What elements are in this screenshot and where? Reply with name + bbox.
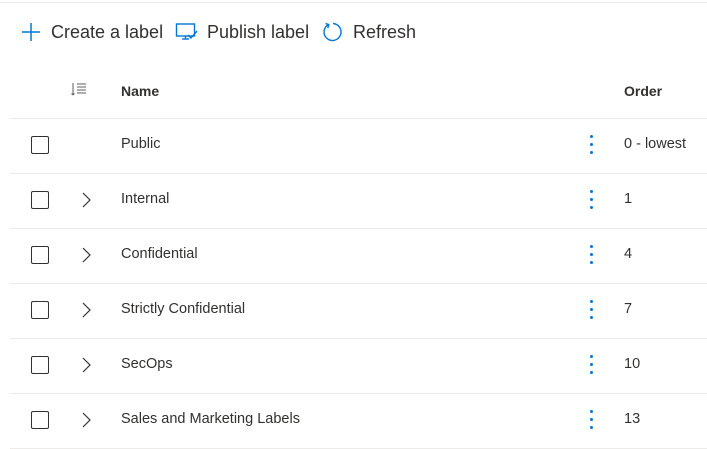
command-bar: Create a label Publish label Refresh — [0, 14, 707, 50]
chevron-right-icon[interactable] — [80, 191, 92, 214]
row-checkbox[interactable] — [31, 301, 49, 319]
label-order: 0 - lowest — [624, 136, 687, 152]
chevron-right-icon[interactable] — [80, 356, 92, 379]
table-row[interactable]: Internal 1 — [10, 173, 707, 229]
publish-label-button[interactable]: Publish label — [175, 14, 309, 50]
label-name: SecOps — [121, 356, 173, 372]
refresh-text: Refresh — [353, 21, 417, 42]
label-order: 10 — [624, 356, 641, 372]
row-checkbox[interactable] — [31, 191, 49, 209]
add-icon — [22, 23, 40, 41]
chevron-right-icon[interactable] — [80, 246, 92, 269]
label-order: 1 — [624, 191, 633, 207]
table-row[interactable]: Public 0 - lowest — [10, 118, 707, 174]
more-vertical-icon[interactable] — [587, 188, 597, 212]
top-divider — [0, 2, 707, 3]
more-vertical-icon[interactable] — [587, 133, 597, 157]
more-vertical-icon[interactable] — [587, 408, 597, 432]
create-label-text: Create a label — [51, 21, 164, 42]
more-vertical-icon[interactable] — [587, 298, 597, 322]
table-row[interactable]: Confidential 4 — [10, 228, 707, 284]
refresh-icon — [323, 22, 342, 42]
chevron-right-icon[interactable] — [80, 301, 92, 324]
refresh-button[interactable]: Refresh — [322, 14, 416, 50]
table-header: Name Order — [10, 63, 707, 119]
label-name: Internal — [121, 191, 170, 207]
chevron-right-icon[interactable] — [80, 411, 92, 434]
create-label-button[interactable]: Create a label — [20, 14, 163, 50]
publish-label-text: Publish label — [207, 21, 310, 42]
more-vertical-icon[interactable] — [587, 353, 597, 377]
table-row[interactable]: SecOps 10 — [10, 338, 707, 394]
label-name: Sales and Marketing Labels — [121, 411, 300, 427]
label-order: 7 — [624, 301, 633, 317]
row-checkbox[interactable] — [31, 411, 49, 429]
column-header-name[interactable]: Name — [121, 83, 159, 99]
label-order: 4 — [624, 246, 633, 262]
table-row[interactable]: Strictly Confidential 7 — [10, 283, 707, 339]
row-checkbox[interactable] — [31, 356, 49, 374]
column-options-icon[interactable] — [71, 82, 87, 101]
label-name: Strictly Confidential — [121, 301, 246, 317]
label-order: 13 — [624, 411, 641, 427]
column-header-order[interactable]: Order — [624, 83, 662, 99]
more-vertical-icon[interactable] — [587, 243, 597, 267]
table-row[interactable]: Sales and Marketing Labels 13 — [10, 393, 707, 449]
label-name: Public — [121, 136, 161, 152]
label-name: Confidential — [121, 246, 198, 262]
publish-icon — [175, 23, 198, 40]
row-checkbox[interactable] — [31, 136, 49, 154]
row-checkbox[interactable] — [31, 246, 49, 264]
